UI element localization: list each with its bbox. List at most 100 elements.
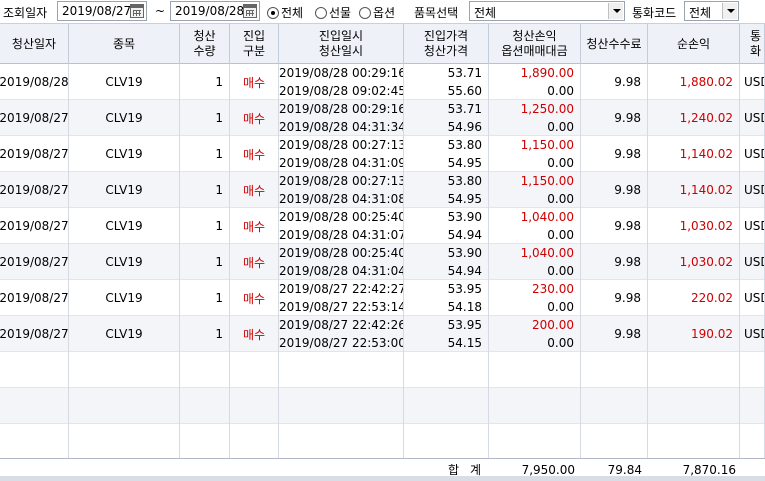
cell-settle-date-text: 2019/08/27 bbox=[0, 219, 69, 233]
header-label: 진입 bbox=[242, 29, 266, 43]
empty-cell bbox=[279, 424, 404, 460]
header-entry-exit-time[interactable]: 진입일시 청산일시 bbox=[279, 24, 404, 64]
cell-fee-text: 9.98 bbox=[614, 147, 641, 161]
cell-net-text: 1,140.02 bbox=[679, 147, 733, 161]
cell-currency: USD bbox=[740, 316, 765, 352]
cell-entry-type-text: 매수 bbox=[242, 111, 266, 126]
chevron-down-icon[interactable] bbox=[608, 3, 623, 19]
header-label: 진입가격 bbox=[423, 29, 469, 43]
header-fee[interactable]: 청산수수료 bbox=[581, 24, 648, 64]
header-label: 순손익 bbox=[676, 36, 711, 51]
empty-cell bbox=[0, 352, 69, 388]
cell-prices-line-1: 53.95 bbox=[447, 318, 482, 332]
header-label: 청산손익 bbox=[512, 29, 557, 43]
cell-currency-text: USD bbox=[744, 291, 764, 305]
cell-pnl-line-2: 0.00 bbox=[547, 228, 574, 242]
cell-entry-type-text: 매수 bbox=[242, 327, 266, 342]
header-settle-date[interactable]: 청산일자 bbox=[0, 24, 69, 64]
empty-cell bbox=[230, 388, 279, 424]
table-row[interactable]: 2019/08/27 CLV19 1 매수 2019/08/28 00:29:16 201… bbox=[0, 100, 765, 136]
cell-prices-line-2: 54.96 bbox=[447, 120, 482, 134]
cell-settle-date-text: 2019/08/28 bbox=[0, 75, 69, 89]
date-to-input[interactable]: 2019/08/28 bbox=[170, 1, 260, 21]
cell-qty: 1 bbox=[180, 244, 230, 280]
table-row[interactable]: 2019/08/27 CLV19 1 매수 2019/08/28 00:25:40 201… bbox=[0, 244, 765, 280]
empty-cell bbox=[489, 424, 581, 460]
chevron-down-icon[interactable] bbox=[722, 3, 737, 19]
table-row[interactable]: 2019/08/27 CLV19 1 매수 2019/08/27 22:42:26 201… bbox=[0, 316, 765, 352]
cell-net-text: 1,240.02 bbox=[679, 111, 733, 125]
cell-times-line-2: 2019/08/28 04:31:09 bbox=[279, 156, 404, 170]
currency-select[interactable]: 전체 bbox=[684, 1, 739, 21]
date-from-input[interactable]: 2019/08/27 bbox=[57, 1, 147, 21]
header-currency[interactable]: 통화 bbox=[740, 24, 765, 64]
cell-prices: 53.90 54.94 bbox=[404, 244, 489, 280]
table-row[interactable]: 2019/08/28 CLV19 1 매수 2019/08/28 00:29:16 201… bbox=[0, 64, 765, 100]
cell-prices: 53.95 54.18 bbox=[404, 280, 489, 316]
grid-header: 청산일자 종목 청산 수량 진입 구분 진입일시 청산일시 진입가격 청산가격 청산손익… bbox=[0, 24, 765, 64]
table-row[interactable]: 2019/08/27 CLV19 1 매수 2019/08/28 00:27:13 201… bbox=[0, 136, 765, 172]
cell-fee: 9.98 bbox=[581, 208, 648, 244]
cell-fee: 9.98 bbox=[581, 136, 648, 172]
header-entry-type[interactable]: 진입 구분 bbox=[230, 24, 279, 64]
cell-prices-line-1: 53.71 bbox=[447, 66, 482, 80]
cell-settle-date-text: 2019/08/27 bbox=[0, 327, 69, 341]
header-net[interactable]: 순손익 bbox=[648, 24, 740, 64]
query-date-label: 조회일자 bbox=[3, 6, 48, 20]
cell-qty: 1 bbox=[180, 208, 230, 244]
header-entry-exit-price[interactable]: 진입가격 청산가격 bbox=[404, 24, 489, 64]
cell-entry-type: 매수 bbox=[230, 172, 279, 208]
calendar-icon[interactable] bbox=[243, 4, 257, 18]
horizontal-scrollbar[interactable] bbox=[0, 476, 765, 481]
filter-toolbar: 조회일자 2019/08/27 ~ 2019/08/28 전체 선물 옵션 품목… bbox=[0, 0, 765, 24]
settlement-grid: 청산일자 종목 청산 수량 진입 구분 진입일시 청산일시 진입가격 청산가격 청산손익… bbox=[0, 24, 765, 481]
cell-fee: 9.98 bbox=[581, 316, 648, 352]
radio-options[interactable]: 옵션 bbox=[359, 4, 395, 21]
cell-prices-line-1: 53.95 bbox=[447, 282, 482, 296]
table-row[interactable]: 2019/08/27 CLV19 1 매수 2019/08/28 00:27:13 201… bbox=[0, 172, 765, 208]
cell-currency: USD bbox=[740, 244, 765, 280]
cell-net-text: 1,030.02 bbox=[679, 255, 733, 269]
empty-cell bbox=[279, 352, 404, 388]
cell-net: 1,240.02 bbox=[648, 100, 740, 136]
cell-item: CLV19 bbox=[69, 244, 180, 280]
cell-times-line-1: 2019/08/28 00:25:40 bbox=[279, 210, 404, 224]
cell-net-text: 220.02 bbox=[691, 291, 733, 305]
cell-net: 1,140.02 bbox=[648, 172, 740, 208]
cell-currency: USD bbox=[740, 280, 765, 316]
cell-net: 1,880.02 bbox=[648, 64, 740, 100]
table-row[interactable]: 2019/08/27 CLV19 1 매수 2019/08/27 22:42:27 201… bbox=[0, 280, 765, 316]
cell-times: 2019/08/27 22:42:27 2019/08/27 22:53:14 bbox=[279, 280, 404, 316]
cell-net-text: 1,880.02 bbox=[679, 75, 733, 89]
calendar-icon[interactable] bbox=[130, 4, 144, 18]
product-select[interactable]: 전체 bbox=[469, 1, 625, 21]
cell-pnl-line-1: 1,040.00 bbox=[520, 246, 574, 260]
cell-settle-date-text: 2019/08/27 bbox=[0, 291, 69, 305]
cell-pnl-line-2: 0.00 bbox=[547, 84, 574, 98]
radio-unselected-icon bbox=[315, 6, 327, 19]
cell-currency-text: USD bbox=[744, 75, 764, 89]
cell-entry-type: 매수 bbox=[230, 280, 279, 316]
header-qty[interactable]: 청산 수량 bbox=[180, 24, 230, 64]
cell-prices-line-2: 54.18 bbox=[447, 300, 482, 314]
cell-qty-text: 1 bbox=[215, 111, 223, 125]
radio-all[interactable]: 전체 bbox=[267, 4, 303, 21]
cell-qty: 1 bbox=[180, 100, 230, 136]
empty-row bbox=[0, 388, 765, 424]
cell-net-text: 1,140.02 bbox=[679, 183, 733, 197]
cell-item-text: CLV19 bbox=[105, 219, 143, 233]
cell-item-text: CLV19 bbox=[105, 111, 143, 125]
cell-net: 1,030.02 bbox=[648, 244, 740, 280]
cell-settle-date-text: 2019/08/27 bbox=[0, 147, 69, 161]
cell-entry-type: 매수 bbox=[230, 316, 279, 352]
header-item[interactable]: 종목 bbox=[69, 24, 180, 64]
currency-code-label: 통화코드 bbox=[632, 6, 677, 20]
table-row[interactable]: 2019/08/27 CLV19 1 매수 2019/08/28 00:25:40 201… bbox=[0, 208, 765, 244]
header-label: 옵션매매대금 bbox=[501, 44, 568, 58]
header-pnl[interactable]: 청산손익 옵션매매대금 bbox=[489, 24, 581, 64]
radio-futures[interactable]: 선물 bbox=[315, 4, 351, 21]
cell-pnl-line-2: 0.00 bbox=[547, 192, 574, 206]
radio-futures-label: 선물 bbox=[329, 6, 352, 20]
cell-qty-text: 1 bbox=[215, 291, 223, 305]
cell-qty-text: 1 bbox=[215, 255, 223, 269]
